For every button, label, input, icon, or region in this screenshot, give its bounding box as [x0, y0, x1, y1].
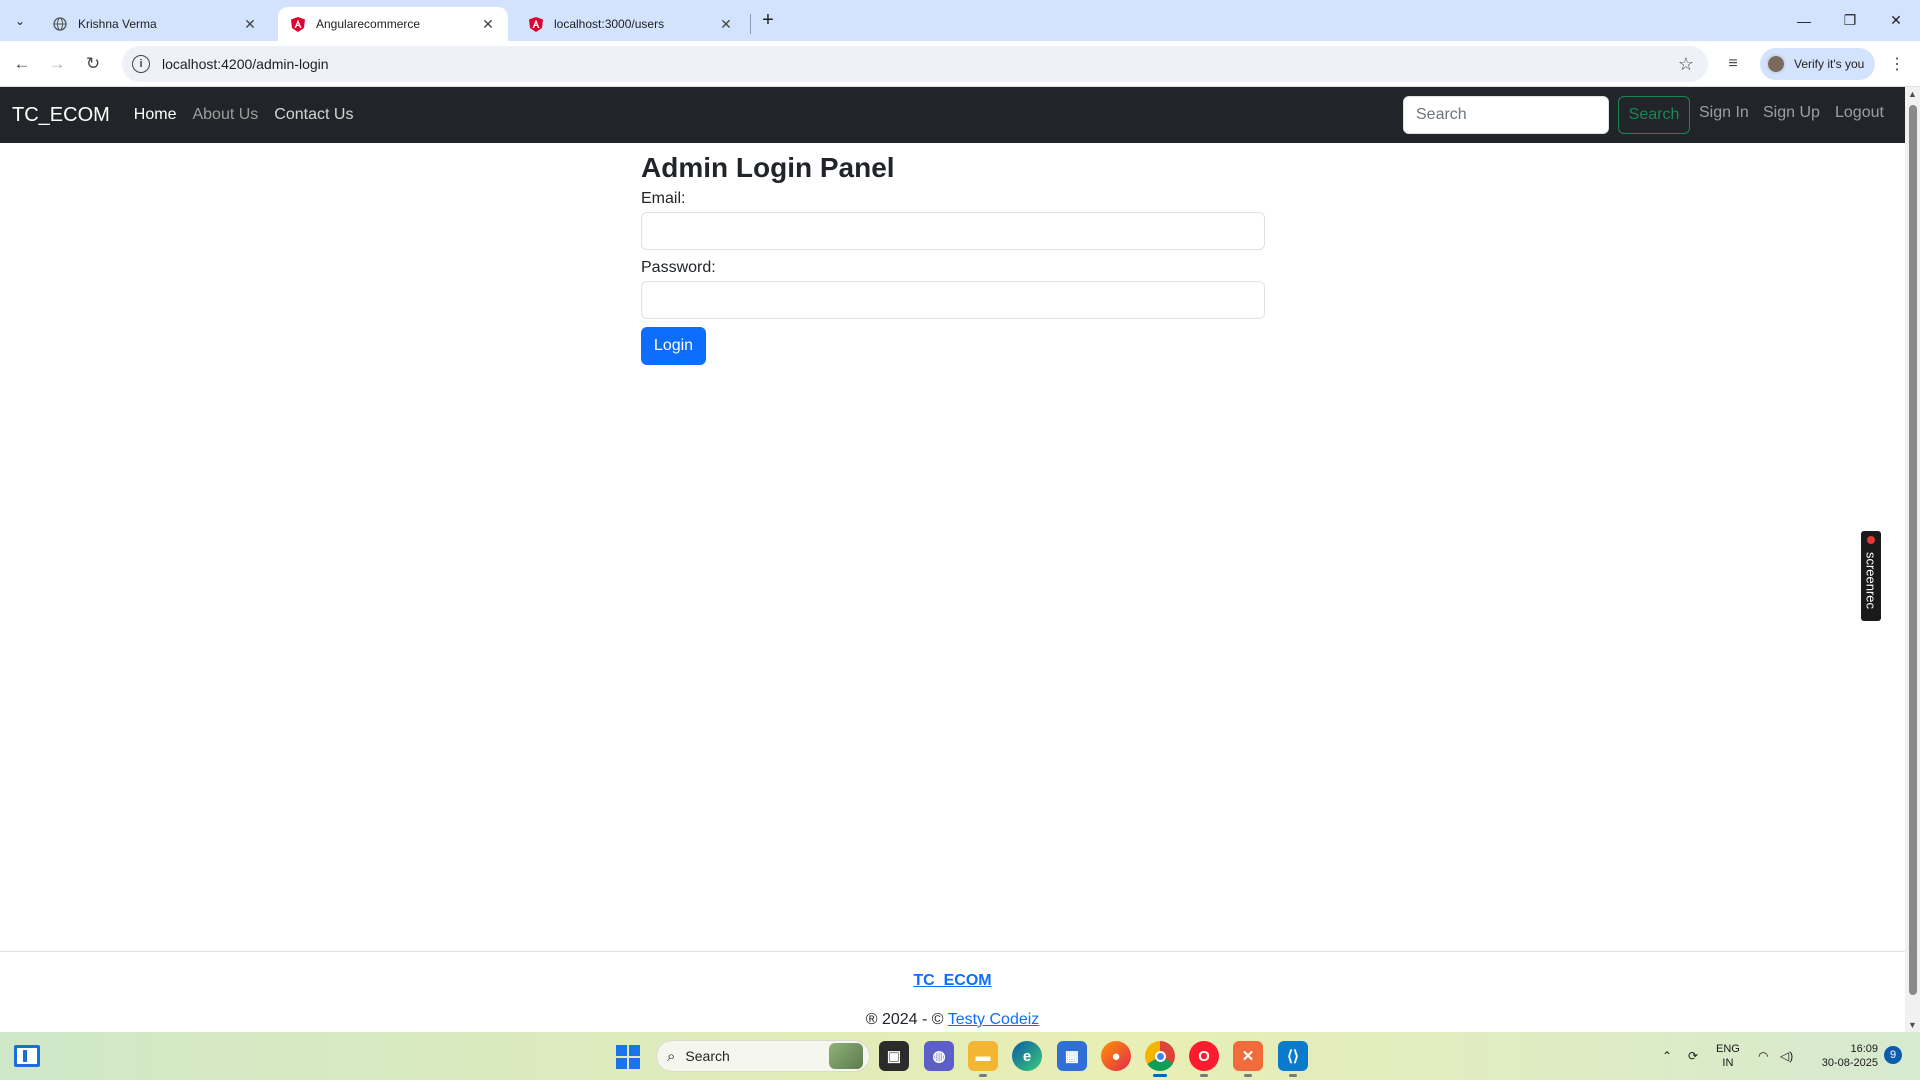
tab-localhost-users[interactable]: localhost:3000/users ✕ [516, 7, 746, 41]
nav-sign-up[interactable]: Sign Up [1763, 104, 1820, 122]
tab-search-icon[interactable]: ⌄ [8, 9, 32, 33]
chrome-icon[interactable] [1145, 1041, 1175, 1077]
email-field[interactable] [641, 212, 1265, 250]
nav-about-us[interactable]: About Us [192, 106, 258, 124]
site-info-icon[interactable]: i [132, 55, 150, 73]
scroll-up-icon[interactable]: ▲ [1908, 89, 1917, 99]
forward-icon[interactable]: → [43, 50, 71, 78]
browser-tabstrip: ⌄ Krishna Verma ✕ Angularecommerce ✕ loc… [0, 0, 1920, 41]
input-language[interactable]: ENG IN [1716, 1042, 1740, 1070]
tab-krishna-verma[interactable]: Krishna Verma ✕ [40, 7, 270, 41]
page-viewport: TC_ECOM Home About Us Contact Us Search … [0, 87, 1905, 1032]
footer-copyright: ® 2024 - © Testy Codeiz [0, 1011, 1905, 1029]
widgets-icon[interactable] [14, 1045, 40, 1067]
tab-close-icon[interactable]: ✕ [242, 16, 258, 32]
notification-badge[interactable]: 9 [1884, 1046, 1902, 1064]
lang-line-1: ENG [1716, 1043, 1740, 1055]
xampp-icon[interactable]: ✕ [1233, 1041, 1263, 1077]
tab-title: localhost:3000/users [554, 17, 665, 31]
restore-icon[interactable]: ❐ [1827, 0, 1873, 41]
email-label: Email: [641, 190, 686, 207]
media-controls-icon[interactable]: ≡ [1722, 53, 1744, 75]
globe-icon [52, 16, 68, 32]
nav-contact-us[interactable]: Contact Us [274, 106, 353, 124]
password-field[interactable] [641, 281, 1265, 319]
teams-icon[interactable]: ◍ [924, 1041, 954, 1071]
tab-separator [750, 14, 751, 34]
profile-button[interactable]: Verify it's you [1760, 48, 1875, 80]
clock-time: 16:09 [1850, 1043, 1878, 1055]
angular-icon [528, 16, 544, 32]
bookmark-star-icon[interactable]: ☆ [1678, 54, 1694, 75]
reload-icon[interactable]: ↻ [79, 50, 107, 78]
address-bar[interactable]: i localhost:4200/admin-login ☆ [122, 46, 1708, 82]
url-text[interactable]: localhost:4200/admin-login [162, 56, 329, 72]
firefox-icon[interactable]: ● [1101, 1041, 1131, 1071]
task-view-icon[interactable]: ▣ [879, 1041, 909, 1071]
nav-logout[interactable]: Logout [1835, 104, 1884, 122]
footer-divider [0, 951, 1905, 952]
browser-toolbar: ← → ↻ i localhost:4200/admin-login ☆ ≡ V… [0, 41, 1920, 87]
tab-close-icon[interactable]: ✕ [480, 16, 496, 32]
minimize-icon[interactable]: — [1781, 0, 1827, 41]
system-clock[interactable]: 16:09 30-08-2025 [1808, 1042, 1878, 1070]
opera-icon[interactable]: O [1189, 1041, 1219, 1077]
taskbar: ⌕ Search ▣ ◍ ▬ e ▦ ● O ✕ ⟨⟩ ⌃ ⟳ ENG IN ◠… [0, 1032, 1920, 1080]
lang-line-2: IN [1722, 1057, 1734, 1069]
new-tab-button[interactable]: + [756, 9, 780, 33]
password-label: Password: [641, 259, 716, 276]
edge-icon[interactable]: e [1012, 1041, 1042, 1071]
start-icon[interactable] [616, 1045, 640, 1069]
navbar-search-button[interactable]: Search [1618, 96, 1690, 134]
tab-title: Angularecommerce [316, 17, 421, 31]
file-explorer-icon[interactable]: ▬ [968, 1041, 998, 1077]
scroll-down-icon[interactable]: ▼ [1908, 1020, 1917, 1030]
footer-brand-link[interactable]: TC_ECOM [0, 972, 1905, 990]
screenrec-label: screenrec [1863, 551, 1879, 610]
nav-home[interactable]: Home [134, 106, 177, 124]
record-icon [1867, 536, 1875, 544]
navbar-brand[interactable]: TC_ECOM [12, 104, 110, 127]
tray-overflow-icon[interactable]: ⌃ [1662, 1032, 1672, 1080]
vscode-icon[interactable]: ⟨⟩ [1278, 1041, 1308, 1077]
taskbar-search-label: Search [685, 1048, 730, 1064]
volume-icon[interactable]: ◁) [1780, 1032, 1793, 1080]
site-navbar: TC_ECOM Home About Us Contact Us Search … [0, 87, 1905, 143]
navbar-search-input[interactable] [1403, 96, 1609, 134]
store-icon[interactable]: ▦ [1057, 1041, 1087, 1071]
tab-close-icon[interactable]: ✕ [718, 16, 734, 32]
back-icon[interactable]: ← [8, 50, 36, 78]
clock-date: 30-08-2025 [1821, 1057, 1878, 1069]
nav-sign-in[interactable]: Sign In [1699, 104, 1749, 122]
close-window-icon[interactable]: ✕ [1873, 0, 1919, 41]
angular-icon [290, 16, 306, 32]
admin-login-form: Admin Login Panel Email: Password: Login [641, 151, 1265, 365]
tab-angularecommerce[interactable]: Angularecommerce ✕ [278, 7, 508, 41]
scrollbar-thumb[interactable] [1909, 105, 1917, 995]
profile-label: Verify it's you [1794, 57, 1865, 71]
search-highlight-icon [829, 1043, 863, 1069]
avatar [1766, 54, 1786, 74]
login-button[interactable]: Login [641, 327, 706, 365]
footer-author-link[interactable]: Testy Codeiz [948, 1011, 1040, 1028]
taskbar-search[interactable]: ⌕ Search [656, 1040, 870, 1072]
page-scrollbar[interactable]: ▲ ▼ [1905, 87, 1920, 1032]
search-icon: ⌕ [667, 1047, 676, 1065]
screenrec-widget[interactable]: screenrec [1861, 531, 1881, 621]
browser-menu-icon[interactable]: ⋮ [1886, 53, 1908, 75]
sync-icon[interactable]: ⟳ [1688, 1032, 1698, 1080]
page-title: Admin Login Panel [641, 152, 895, 183]
wifi-icon[interactable]: ◠ [1758, 1032, 1768, 1080]
tab-title: Krishna Verma [78, 17, 157, 31]
copyright-text: ® 2024 - © [865, 1011, 944, 1028]
